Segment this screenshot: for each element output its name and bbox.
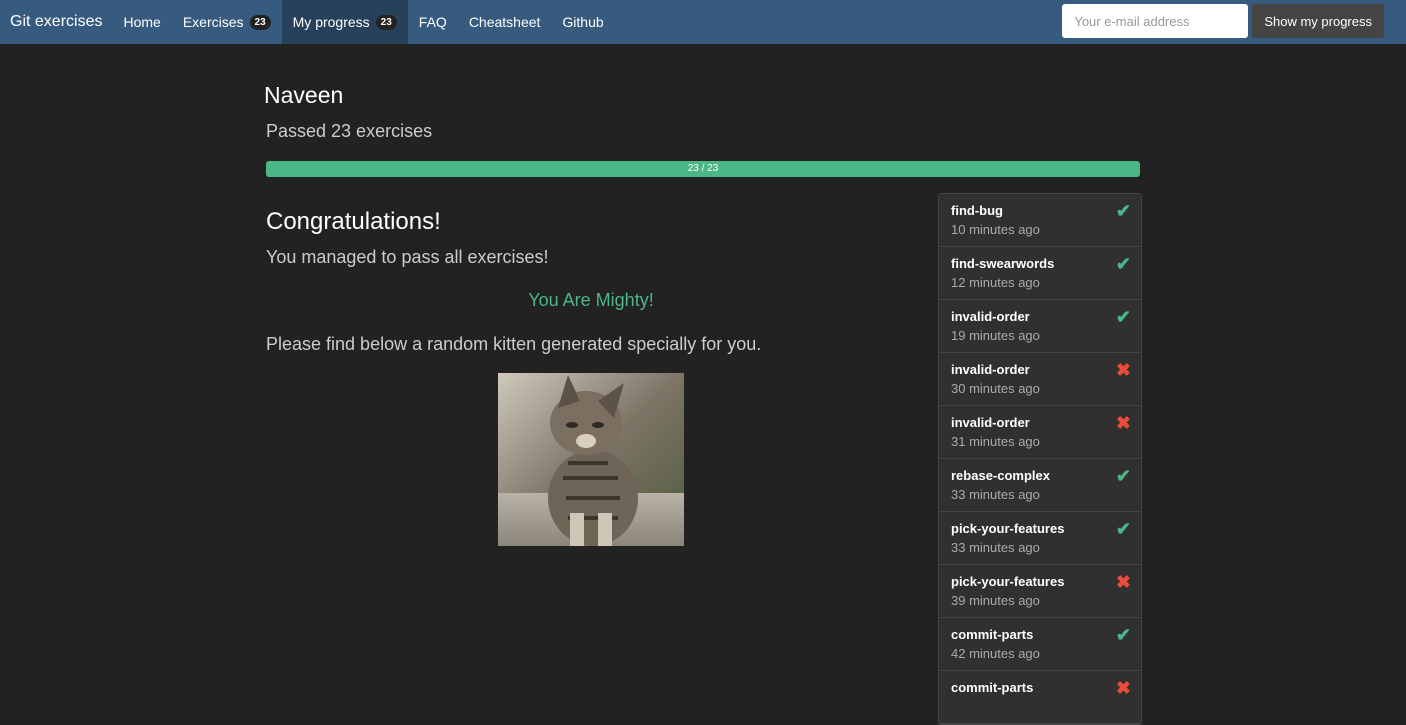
- passed-summary: Passed 23 exercises: [266, 121, 433, 141]
- attempt-time: 30 minutes ago: [951, 381, 1040, 396]
- email-input[interactable]: [1062, 4, 1249, 38]
- checkmark-icon: ✔: [1115, 254, 1131, 274]
- progress-bar-fill: 23 / 23: [266, 161, 1140, 177]
- brand-link[interactable]: Git exercises: [0, 0, 112, 44]
- history-item[interactable]: commit-parts 42 minutes ago ✔: [939, 618, 1141, 671]
- nav-exercises-label: Exercises: [182, 14, 244, 30]
- navbar: Git exercises Home Exercises 23 My progr…: [0, 0, 1406, 44]
- exercise-name: commit-parts: [951, 627, 1034, 642]
- nav-exercises[interactable]: Exercises 23: [172, 0, 282, 44]
- history-item[interactable]: invalid-order 19 minutes ago ✔: [939, 300, 1141, 353]
- exercise-name: pick-your-features: [951, 521, 1065, 536]
- exercise-name: find-swearwords: [951, 256, 1055, 271]
- attempt-time: 33 minutes ago: [951, 487, 1040, 502]
- history-item[interactable]: rebase-complex 33 minutes ago ✔: [939, 459, 1141, 512]
- user-name: Naveen: [264, 82, 344, 108]
- cross-icon: ✖: [1115, 360, 1131, 380]
- nav-faq[interactable]: FAQ: [408, 0, 458, 44]
- attempt-history-list: find-bug 10 minutes ago ✔ find-swearwords 12…: [938, 193, 1142, 725]
- exercises-count-badge: 23: [249, 14, 271, 30]
- nav-home-label: Home: [123, 14, 161, 30]
- attempt-time: 31 minutes ago: [951, 434, 1040, 449]
- exercise-name: invalid-order: [951, 309, 1030, 324]
- checkmark-icon: ✔: [1115, 625, 1131, 645]
- nav-cheatsheet-label: Cheatsheet: [468, 14, 541, 30]
- nav-faq-label: FAQ: [418, 14, 447, 30]
- exercise-name: find-bug: [951, 203, 1003, 218]
- checkmark-icon: ✔: [1115, 466, 1131, 486]
- kitten-text: Please find below a random kitten genera…: [266, 334, 762, 354]
- history-item[interactable]: pick-your-features 39 minutes ago ✖: [939, 565, 1141, 618]
- attempt-time: 42 minutes ago: [951, 646, 1040, 661]
- nav-cheatsheet[interactable]: Cheatsheet: [458, 0, 552, 44]
- nav-my-progress-label: My progress: [292, 14, 370, 30]
- cross-icon: ✖: [1115, 678, 1131, 698]
- history-item[interactable]: invalid-order 31 minutes ago ✖: [939, 406, 1141, 459]
- cross-icon: ✖: [1115, 572, 1131, 592]
- progress-count-badge: 23: [375, 14, 397, 30]
- mighty-text: You Are Mighty!: [528, 290, 654, 310]
- history-item[interactable]: invalid-order 30 minutes ago ✖: [939, 353, 1141, 406]
- attempt-time: 12 minutes ago: [951, 275, 1040, 290]
- attempt-time: 10 minutes ago: [951, 222, 1040, 237]
- exercise-name: commit-parts: [951, 680, 1034, 695]
- checkmark-icon: ✔: [1115, 201, 1131, 221]
- managed-text: You managed to pass all exercises!: [266, 247, 549, 267]
- checkmark-icon: ✔: [1115, 519, 1131, 539]
- exercise-name: rebase-complex: [951, 468, 1050, 483]
- email-form: Show my progress: [1062, 4, 1384, 38]
- kitten-image: [498, 373, 684, 546]
- nav-home[interactable]: Home: [112, 0, 171, 44]
- nav-github-label: Github: [562, 14, 604, 30]
- history-item[interactable]: pick-your-features 33 minutes ago ✔: [939, 512, 1141, 565]
- attempt-time: 39 minutes ago: [951, 593, 1040, 608]
- congratulations-heading: Congratulations!: [266, 208, 441, 235]
- exercise-name: invalid-order: [951, 415, 1030, 430]
- checkmark-icon: ✔: [1115, 307, 1131, 327]
- exercise-name: invalid-order: [951, 362, 1030, 377]
- attempt-time: 19 minutes ago: [951, 328, 1040, 343]
- history-item[interactable]: find-bug 10 minutes ago ✔: [939, 194, 1141, 247]
- cross-icon: ✖: [1115, 413, 1131, 433]
- history-item[interactable]: find-swearwords 12 minutes ago ✔: [939, 247, 1141, 300]
- progress-bar: 23 / 23: [266, 161, 1140, 177]
- exercise-name: pick-your-features: [951, 574, 1065, 589]
- nav-github[interactable]: Github: [551, 0, 614, 44]
- attempt-time: 33 minutes ago: [951, 540, 1040, 555]
- history-item[interactable]: commit-parts ✖: [939, 671, 1141, 724]
- show-progress-button[interactable]: Show my progress: [1252, 4, 1384, 38]
- nav-my-progress[interactable]: My progress 23: [281, 0, 408, 44]
